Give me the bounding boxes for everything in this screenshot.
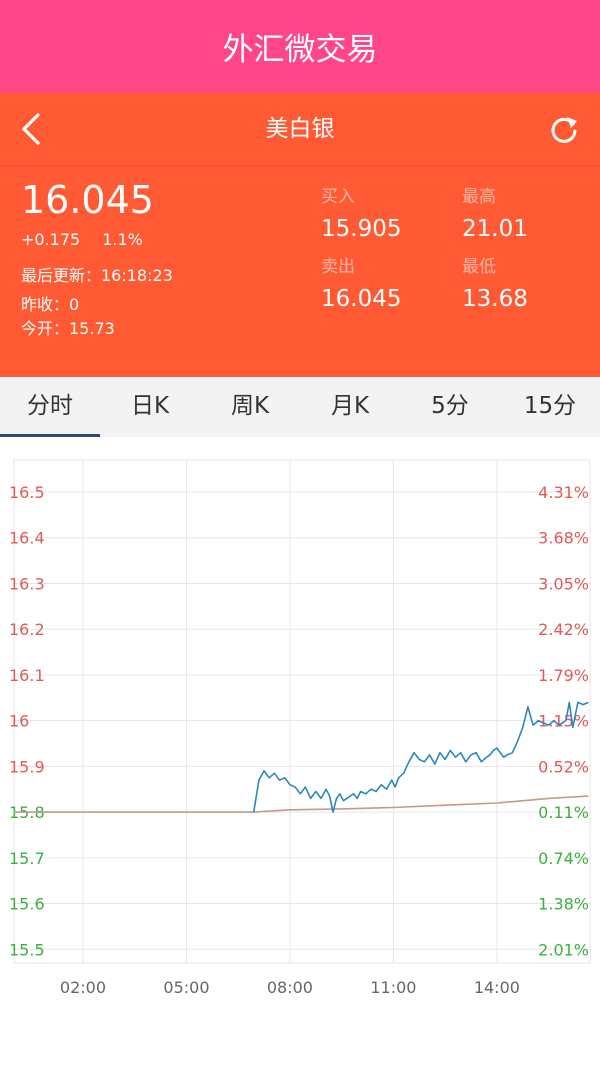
x-tick-label: 08:00 (267, 978, 313, 997)
app-header: 外汇微交易 (0, 0, 600, 93)
low-label: 最低 (462, 257, 496, 277)
instrument-title: 美白银 (265, 116, 335, 142)
intraday-chart-svg: 02:00 05:00 08:00 11:00 14:00 16.5 4.31% 16.4 3.… (9, 459, 591, 997)
percent-tick-label: 3.68% (538, 529, 589, 548)
previous-close: 昨收：0 (21, 295, 80, 314)
tab-timeshare[interactable]: 分时 (0, 377, 100, 437)
y-tick-label: 16.1 (9, 666, 45, 685)
percent-tick-label: 4.31% (538, 483, 589, 502)
percent-tick-label: 0.52% (538, 757, 589, 776)
percent-tick-label: 2.01% (538, 940, 589, 959)
percent-tick-label: 0.11% (538, 803, 589, 822)
refresh-icon[interactable] (548, 113, 580, 145)
y-tick-label: 15.7 (9, 849, 45, 868)
buy-label: 买入 (321, 187, 355, 207)
percent-tick-label: 1.79% (538, 666, 589, 685)
x-tick-label: 14:00 (474, 978, 520, 997)
percent-tick-label: 3.05% (538, 574, 589, 593)
high-label: 最高 (462, 187, 496, 207)
change-percent: 1.1% (102, 230, 143, 249)
nav-bar: 美白银 (0, 93, 600, 165)
chart-frame (13, 459, 591, 964)
tab-daily-k[interactable]: 日K (100, 377, 200, 437)
y-tick-label: 16.2 (9, 620, 45, 639)
y-tick-label: 16.5 (9, 483, 45, 502)
quote-panel: 16.045 +0.175 1.1% 最后更新：16:18:23 昨收：0 今开：… (0, 165, 600, 377)
x-tick-label: 02:00 (60, 978, 106, 997)
tab-monthly-k[interactable]: 月K (300, 377, 400, 437)
tab-15-min[interactable]: 15分 (500, 377, 600, 437)
low-value: 13.68 (462, 286, 528, 312)
x-tick-label: 11:00 (370, 978, 416, 997)
sell-value: 16.045 (321, 286, 402, 312)
y-tick-label: 15.9 (9, 757, 45, 776)
open-price: 今开：15.73 (21, 319, 115, 338)
y-tick-label: 15.5 (9, 940, 45, 959)
tab-weekly-k[interactable]: 周K (200, 377, 300, 437)
high-value: 21.01 (462, 216, 528, 242)
y-tick-label: 15.6 (9, 895, 45, 914)
y-tick-label: 16.4 (9, 529, 45, 548)
percent-tick-label: 0.74% (538, 849, 589, 868)
sell-label: 卖出 (321, 257, 355, 277)
x-tick-label: 05:00 (163, 978, 209, 997)
percent-tick-label: 2.42% (538, 620, 589, 639)
app-title: 外汇微交易 (222, 32, 378, 68)
current-price: 16.045 (21, 178, 154, 222)
last-updated: 最后更新：16:18:23 (21, 266, 173, 285)
percent-tick-label: 1.38% (538, 895, 589, 914)
average-line (14, 795, 589, 813)
percent-tick-label: 1.15% (538, 712, 589, 731)
price-change: +0.175 1.1% (21, 230, 143, 249)
period-tabs: 分时 日K 周K 月K 5分 15分 (0, 377, 600, 437)
tab-5-min[interactable]: 5分 (400, 377, 500, 437)
y-tick-label: 16 (9, 712, 29, 731)
buy-value: 15.905 (321, 216, 402, 242)
y-tick-label: 16.3 (9, 574, 45, 593)
change-value: +0.175 (21, 230, 81, 249)
intraday-chart: 02:00 05:00 08:00 11:00 14:00 16.5 4.31% 16.4 3.… (0, 443, 600, 1067)
